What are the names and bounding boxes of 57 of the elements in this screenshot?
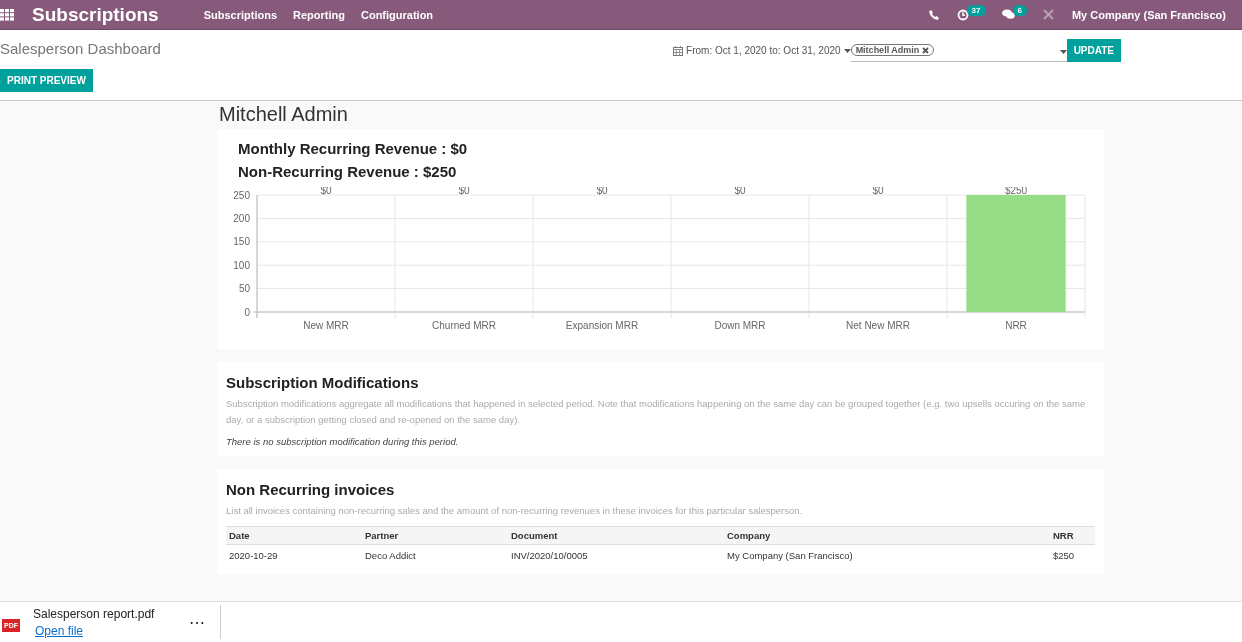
table-cell: Deco Addict (362, 544, 508, 565)
column-header[interactable]: NRR (1050, 526, 1095, 545)
apps-grid-icon[interactable] (0, 8, 14, 21)
clock-icon[interactable] (956, 8, 969, 21)
more-options-button[interactable]: ⋯ (186, 612, 209, 632)
x-category-label: Expansion MRR (565, 320, 639, 331)
bar-value-label: $250 (1004, 187, 1028, 196)
bar-value-label: $0 (734, 187, 746, 196)
dropdown-caret-icon (843, 48, 851, 53)
section-title: Non Recurring invoices (226, 481, 396, 498)
menu-item[interactable]: Configuration (361, 8, 434, 21)
section-title: Subscription Modifications (226, 374, 420, 391)
y-tick-label: 150 (233, 236, 250, 248)
file-name: Salesperson report.pdf (33, 606, 155, 621)
x-category-label: Down MRR (714, 320, 766, 331)
y-tick-label: 0 (244, 306, 250, 318)
y-tick-label: 50 (238, 283, 250, 295)
column-header[interactable]: Partner (362, 526, 508, 545)
calendar-icon (673, 45, 684, 56)
dropdown-caret-icon[interactable] (1059, 50, 1067, 54)
remove-icon[interactable] (922, 46, 930, 54)
menu-item[interactable]: Reporting (293, 8, 345, 21)
column-header[interactable]: Document (508, 526, 724, 545)
column-header[interactable]: Date (226, 526, 362, 545)
activity-count-badge: 37 (966, 5, 986, 16)
empty-note: There is no subscription modification during this period. (226, 436, 460, 447)
chat-icon[interactable] (1001, 9, 1015, 20)
x-category-label: Net New MRR (846, 320, 910, 331)
mrr-total: Monthly Recurring Revenue : $0 (238, 139, 469, 159)
menu-item[interactable]: Subscriptions (203, 8, 278, 21)
nrr-total: Non-Recurring Revenue : $250 (238, 162, 458, 182)
bar-value-label: $0 (320, 187, 332, 196)
company-switcher[interactable]: My Company (San Francisco) (1071, 8, 1226, 21)
section-description: List all invoices containing non-recurring sales and the amount of non-recurring revenues in these invoices for this particular salesperson. (226, 504, 804, 518)
salesperson-field[interactable]: Mitchell Admin (850, 43, 1067, 62)
open-file-link[interactable]: Open file (35, 623, 155, 638)
table-cell: 2020-10-29 (226, 544, 362, 565)
table-cell: INV/2020/10/0005 (508, 544, 724, 565)
date-range-dropdown[interactable]: From: Oct 1, 2020 to: Oct 31, 2020 (673, 45, 851, 56)
column-header[interactable]: Company (724, 526, 1050, 545)
bar-value-label: $0 (872, 187, 884, 196)
section-description: Subscription modifications aggregate all modifications that happened in selected period. Note that modifications happening on the same day can be grouped together (e.g. two upsells occuring on the same day, or a subscription getting closed and re-opened on the same day). (226, 397, 1087, 427)
message-count-badge: 6 (1012, 5, 1027, 16)
y-tick-label: 100 (233, 259, 250, 271)
salesperson-heading: Mitchell Admin (219, 103, 349, 125)
app-title: Subscriptions (32, 3, 159, 26)
y-tick-label: 250 (233, 189, 250, 201)
x-category-label: NRR (1005, 320, 1027, 331)
breadcrumb: Salesperson Dashboard (0, 40, 161, 57)
bar-value-label: $0 (596, 187, 608, 196)
bar-value-label: $0 (458, 187, 470, 196)
x-category-label: New MRR (303, 320, 349, 331)
table-cell: $250 (1050, 544, 1095, 565)
phone-icon[interactable] (928, 9, 939, 20)
table-cell: My Company (San Francisco) (724, 544, 1050, 565)
y-tick-label: 200 (233, 212, 250, 224)
x-category-label: Churned MRR (432, 320, 496, 331)
